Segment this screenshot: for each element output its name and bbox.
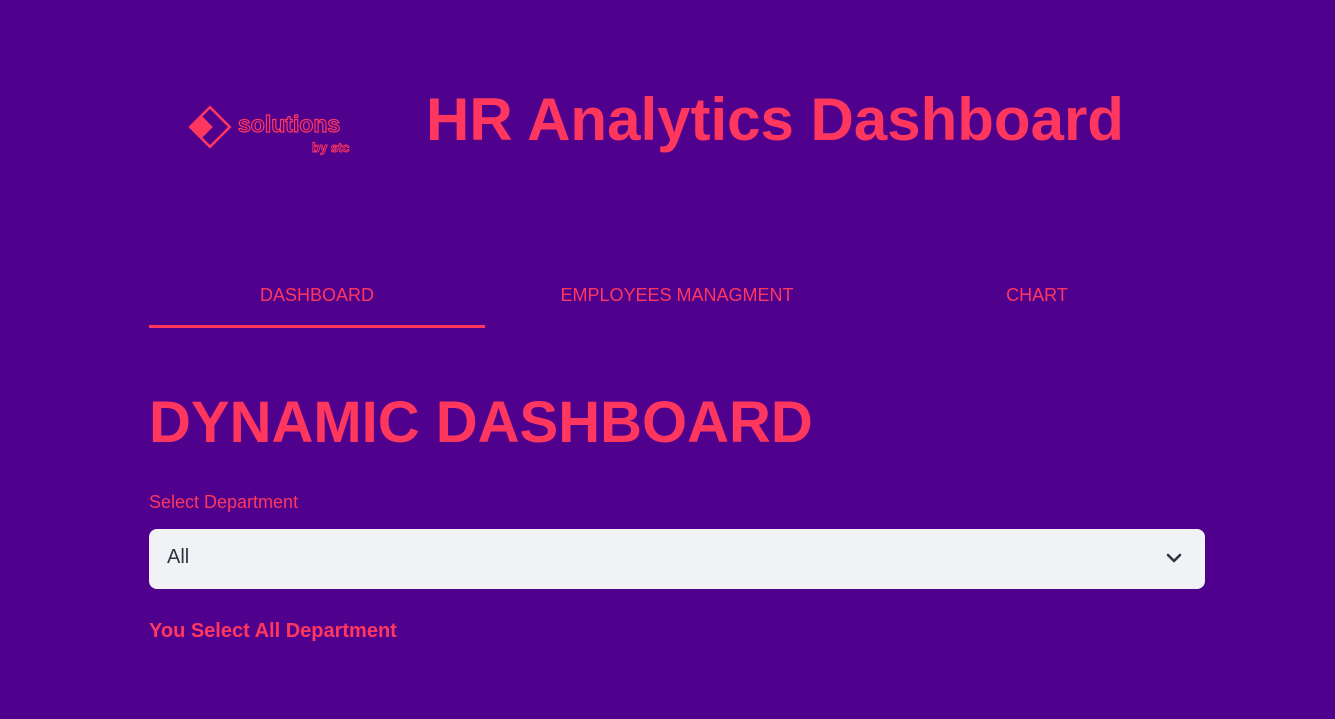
tab-chart-label: CHART [1006, 285, 1068, 305]
select-department-label: Select Department [149, 492, 299, 512]
page: solutions by stc HR Analytics Dashboard … [0, 0, 1335, 719]
tab-bar: DASHBOARD EMPLOYEES MANAGMENT CHART [149, 276, 1205, 328]
department-select[interactable]: All [149, 529, 1205, 589]
tab-dashboard[interactable]: DASHBOARD [149, 276, 485, 328]
department-select-value: All [167, 546, 190, 568]
tab-employees-management[interactable]: EMPLOYEES MANAGMENT [485, 276, 869, 328]
logo-wordmark: solutions [238, 111, 340, 137]
selected-department-message: You Select All Department [149, 620, 397, 642]
tab-chart[interactable]: CHART [869, 276, 1205, 328]
active-tab-indicator [149, 325, 485, 328]
app-title: HR Analytics Dashboard [426, 86, 1124, 153]
solutions-by-stc-logo: solutions by stc [186, 102, 362, 158]
chevron-down-icon[interactable] [1165, 551, 1183, 565]
section-heading: DYNAMIC DASHBOARD [149, 390, 813, 455]
tab-employees-management-label: EMPLOYEES MANAGMENT [560, 285, 794, 305]
logo-subtext: by stc [312, 140, 350, 155]
tab-dashboard-label: DASHBOARD [259, 285, 375, 305]
